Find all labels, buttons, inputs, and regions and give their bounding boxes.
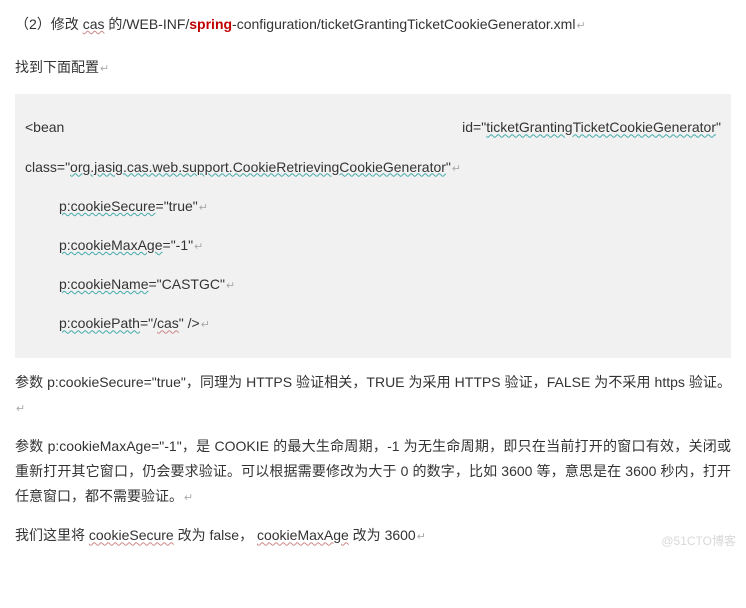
para-summary: 我们这里将 cookieSecure 改为 false， cookieMaxAg… [15, 523, 731, 548]
return-icon: ↵ [193, 241, 203, 253]
return-icon: ↵ [575, 20, 585, 32]
para1-text: 找到下面配置 [15, 59, 99, 75]
para-cookie-maxage: 参数 p:cookieMaxAge="-1"，是 COOKIE 的最大生命周期，… [15, 434, 731, 510]
code-line-maxage: p:cookieMaxAge="-1"↵ [25, 226, 721, 265]
code-id-attr: id="ticketGrantingTicketCookieGenerator" [462, 108, 721, 147]
para-find-config: 找到下面配置↵ [15, 55, 731, 80]
code-bean-tag: <bean [25, 108, 64, 147]
return-icon: ↵ [200, 319, 210, 331]
para4-w2: cookieMaxAge [257, 527, 349, 543]
title-spring: spring [189, 16, 232, 32]
para-cookie-secure: 参数 p:cookieSecure="true"，同理为 HTTPS 验证相关，… [15, 370, 731, 420]
title-mid: 的/WEB-INF/ [104, 16, 189, 32]
code-line-bean: <bean id="ticketGrantingTicketCookieGene… [25, 108, 721, 147]
title-prefix: （2）修改 [15, 16, 83, 32]
code-line-secure: p:cookieSecure="true"↵ [25, 187, 721, 226]
para2-text: 参数 p:cookieSecure="true"，同理为 HTTPS 验证相关，… [15, 374, 731, 390]
return-icon: ↵ [198, 202, 208, 214]
return-icon: ↵ [225, 280, 235, 292]
code-block: <bean id="ticketGrantingTicketCookieGene… [15, 94, 731, 357]
para3-text: 参数 p:cookieMaxAge="-1"，是 COOKIE 的最大生命周期，… [15, 438, 731, 504]
para4-t1: 我们这里将 [15, 527, 89, 543]
title-cas: cas [83, 16, 105, 32]
para4-t2: 改为 false， [174, 527, 257, 543]
return-icon: ↵ [99, 63, 109, 75]
code-line-name: p:cookieName="CASTGC"↵ [25, 265, 721, 304]
return-icon: ↵ [15, 403, 25, 415]
para4-w1: cookieSecure [89, 527, 174, 543]
title-suffix: -configuration/ticketGrantingTicketCooki… [232, 16, 575, 32]
return-icon: ↵ [451, 163, 461, 175]
title-line: （2）修改 cas 的/WEB-INF/spring-configuration… [15, 12, 731, 37]
code-id-value: ticketGrantingTicketCookieGenerator [486, 119, 716, 135]
watermark: @51CTO博客 [661, 531, 736, 553]
code-line-class: class="org.jasig.cas.web.support.CookieR… [25, 148, 721, 187]
return-icon: ↵ [416, 531, 426, 543]
code-class-value: org.jasig.cas.web.support.CookieRetrievi… [70, 159, 446, 175]
code-line-path: p:cookiePath="/cas" />↵ [25, 304, 721, 343]
return-icon: ↵ [183, 492, 193, 504]
para4-t3: 改为 3600 [349, 527, 416, 543]
